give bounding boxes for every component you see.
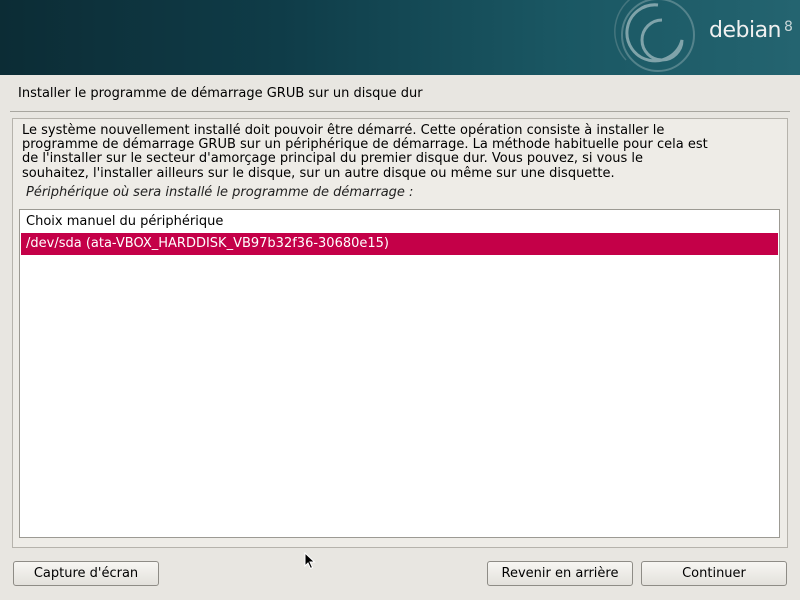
description-line: de l'installer sur le secteur d'amorçage…	[22, 151, 644, 167]
debian-version: 8	[784, 19, 793, 35]
description-line: Le système nouvellement installé doit po…	[22, 123, 665, 138]
description-text: Le système nouvellement installé doit po…	[22, 123, 782, 181]
device-listbox[interactable]: Choix manuel du périphérique /dev/sda (a…	[19, 209, 780, 538]
description-line: programme de démarrage GRUB sur un périp…	[22, 137, 708, 153]
debian-swirl-icon	[614, 0, 695, 72]
debian-logo-text: debian	[709, 18, 782, 43]
device-prompt: Périphérique où sera installé le program…	[26, 185, 414, 200]
mouse-pointer-icon	[304, 552, 316, 570]
title-separator	[10, 111, 790, 112]
list-item-dev-sda[interactable]: /dev/sda (ata-VBOX_HARDDISK_VB97b32f36-3…	[21, 233, 778, 255]
page-title: Installer le programme de démarrage GRUB…	[18, 86, 423, 101]
list-item-manual-device[interactable]: Choix manuel du périphérique	[21, 211, 778, 233]
go-back-button[interactable]: Revenir en arrière	[487, 561, 633, 586]
debian-logo: debian 8	[709, 18, 793, 43]
description-line: souhaitez, l'installer ailleurs sur le d…	[22, 165, 615, 181]
continue-button[interactable]: Continuer	[641, 561, 787, 586]
screenshot-button[interactable]: Capture d'écran	[13, 561, 159, 586]
debian-banner: debian 8	[0, 0, 800, 75]
